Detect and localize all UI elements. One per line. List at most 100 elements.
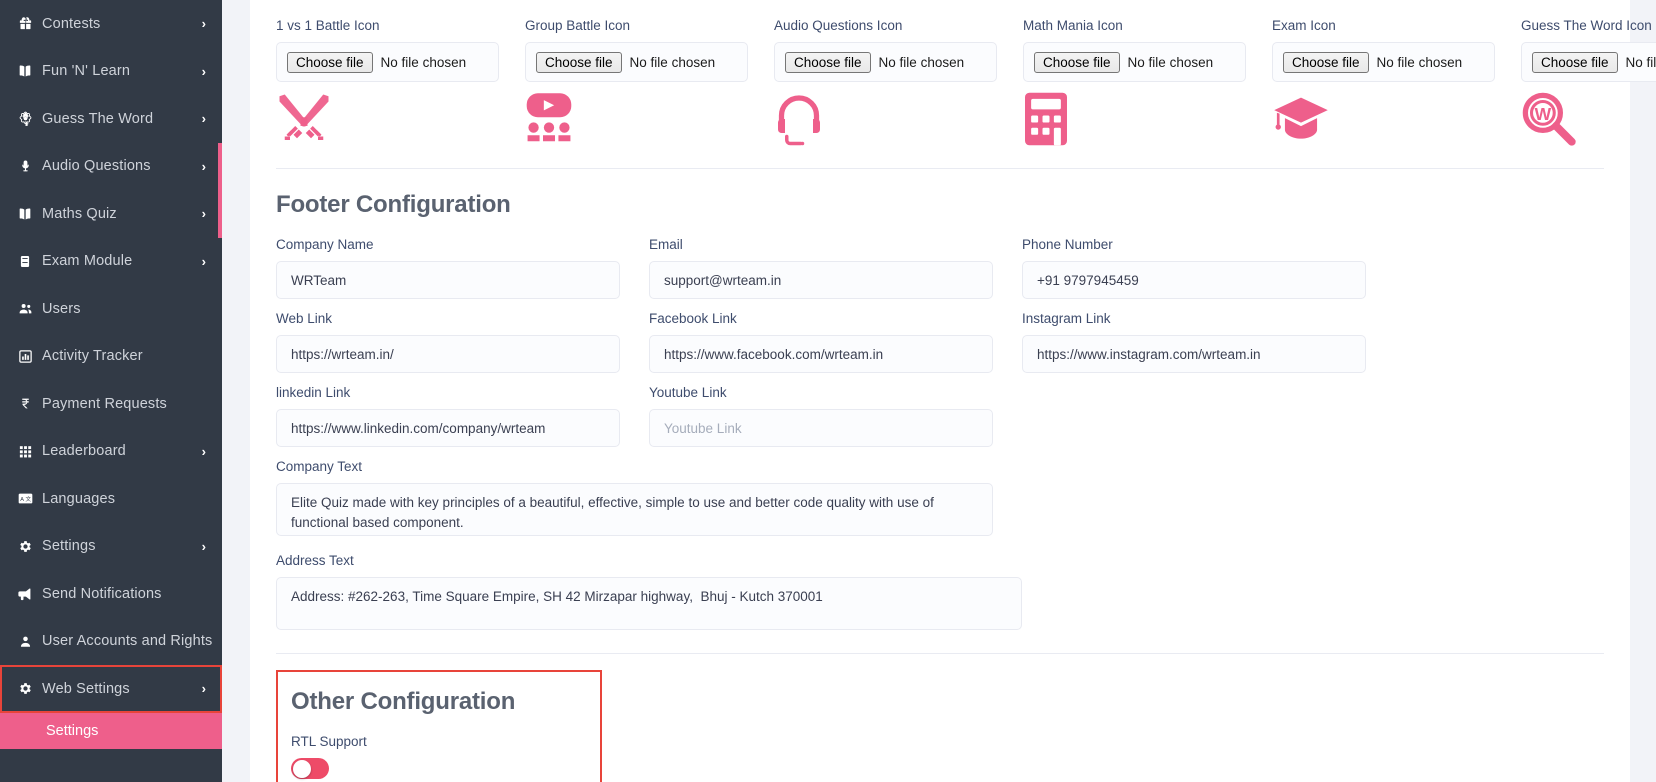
- svg-text:W: W: [1535, 104, 1552, 124]
- no-file-chosen-text: No file chosen: [1376, 54, 1463, 70]
- choose-file-button[interactable]: Choose file: [1034, 51, 1120, 73]
- icon-upload-audio-questions-icon: Audio Questions Icon Choose file No file c…: [774, 18, 1023, 150]
- icon-upload-label: Guess The Word Icon: [1521, 18, 1652, 33]
- sidebar-item-label: Exam Module: [42, 253, 133, 270]
- no-file-chosen-text: No file chosen: [1625, 54, 1656, 70]
- gift-icon: [10, 16, 40, 31]
- choose-file-button[interactable]: Choose file: [1283, 51, 1369, 73]
- icon-upload-label: Math Mania Icon: [1023, 18, 1123, 33]
- chevron-right-icon: ›: [201, 158, 206, 174]
- textarea-address-text[interactable]: [276, 577, 1022, 630]
- sidebar-item-users[interactable]: Users: [0, 285, 222, 333]
- microphone-icon: [10, 159, 40, 174]
- input-email[interactable]: [649, 261, 993, 299]
- sidebar-item-label: Activity Tracker: [42, 348, 143, 365]
- file-input[interactable]: Choose file No file chosen: [1521, 42, 1656, 82]
- sidebar-item-label: Audio Questions: [42, 158, 151, 175]
- choose-file-button[interactable]: Choose file: [785, 51, 871, 73]
- input-instagram-link[interactable]: [1022, 335, 1366, 373]
- sidebar-item-languages[interactable]: A 文 Languages: [0, 475, 222, 523]
- label-phone-number: Phone Number: [1022, 237, 1113, 252]
- sidebar-item-label: Contests: [42, 15, 101, 32]
- sidebar-subitem-settings[interactable]: Settings: [0, 712, 222, 749]
- sidebar-item-settings[interactable]: Settings ›: [0, 523, 222, 571]
- choose-file-button[interactable]: Choose file: [536, 51, 622, 73]
- field-linkedin-link: linkedin Link: [276, 385, 649, 447]
- input-facebook-link[interactable]: [649, 335, 993, 373]
- sidebar-item-fun-n-learn[interactable]: Fun 'N' Learn ›: [0, 48, 222, 96]
- sidebar-item-leaderboard[interactable]: Leaderboard ›: [0, 428, 222, 476]
- sidebar-item-user-accounts-and-rights[interactable]: User Accounts and Rights: [0, 618, 222, 666]
- megaphone-icon: [10, 587, 40, 601]
- no-file-chosen-text: No file chosen: [380, 54, 467, 70]
- no-file-chosen-text: No file chosen: [1127, 54, 1214, 70]
- language-icon: A文: [10, 492, 40, 505]
- footer-form-grid: Company Name Email Phone Number Web Link: [276, 237, 1604, 647]
- label-address-text: Address Text: [276, 553, 354, 568]
- textarea-company-text[interactable]: [276, 483, 993, 536]
- sidebar-item-web-settings[interactable]: Web Settings ›: [0, 665, 222, 713]
- chevron-right-icon: ›: [201, 253, 206, 269]
- sidebar-item-maths-quiz[interactable]: Maths Quiz ›: [0, 190, 222, 238]
- input-company-name[interactable]: [276, 261, 620, 299]
- field-company-text: Company Text: [276, 459, 1022, 541]
- chevron-right-icon: ›: [201, 681, 206, 697]
- label-facebook-link: Facebook Link: [649, 311, 737, 326]
- file-input[interactable]: Choose file No file chosen: [774, 42, 997, 82]
- graduation-cap-icon: [1272, 88, 1495, 150]
- gear-icon: [10, 539, 40, 554]
- file-input[interactable]: Choose file No file chosen: [1023, 42, 1246, 82]
- icon-upload-label: 1 vs 1 Battle Icon: [276, 18, 380, 33]
- headset-icon: [774, 88, 997, 150]
- exam-icon: [10, 254, 40, 269]
- icon-upload-math-mania-icon: Math Mania Icon Choose file No file chosen: [1023, 18, 1272, 150]
- sidebar-item-activity-tracker[interactable]: Activity Tracker: [0, 333, 222, 381]
- grid-icon: [10, 444, 40, 459]
- label-email: Email: [649, 237, 683, 252]
- sidebar-item-exam-module[interactable]: Exam Module ›: [0, 238, 222, 286]
- book-icon: [10, 206, 40, 222]
- icon-upload-1-vs-1-battle-icon: 1 vs 1 Battle Icon Choose file No file cho…: [276, 18, 525, 150]
- sidebar-item-guess-the-word[interactable]: Guess The Word ›: [0, 95, 222, 143]
- icon-upload-row: 1 vs 1 Battle Icon Choose file No file cho…: [276, 0, 1656, 150]
- input-web-link[interactable]: [276, 335, 620, 373]
- sidebar-item-audio-questions[interactable]: Audio Questions ›: [0, 142, 222, 191]
- user-icon: [10, 634, 40, 649]
- footer-configuration-title: Footer Configuration: [276, 191, 511, 218]
- users-icon: [10, 301, 40, 316]
- sidebar-item-send-notifications[interactable]: Send Notifications: [0, 570, 222, 618]
- file-input[interactable]: Choose file No file chosen: [276, 42, 499, 82]
- choose-file-button[interactable]: Choose file: [1532, 51, 1618, 73]
- chart-bar-icon: [10, 349, 40, 364]
- file-input[interactable]: Choose file No file chosen: [525, 42, 748, 82]
- icon-upload-label: Exam Icon: [1272, 18, 1336, 33]
- field-address-text: Address Text: [276, 553, 1022, 635]
- group-play-icon: [525, 88, 748, 150]
- sidebar-item-label: Users: [42, 300, 81, 317]
- app-root: Contests › Fun 'N' Learn › Guess The Word › Au…: [0, 0, 1656, 782]
- label-linkedin-link: linkedin Link: [276, 385, 351, 400]
- sidebar-item-label: Languages: [42, 490, 116, 507]
- choose-file-button[interactable]: Choose file: [287, 51, 373, 73]
- gear-icon: [10, 681, 40, 696]
- input-phone-number[interactable]: [1022, 261, 1366, 299]
- sidebar-item-label: Settings: [42, 538, 96, 555]
- input-linkedin-link[interactable]: [276, 409, 620, 447]
- label-instagram-link: Instagram Link: [1022, 311, 1111, 326]
- label-company-text: Company Text: [276, 459, 363, 474]
- icon-upload-group-battle-icon: Group Battle Icon Choose file No file chos…: [525, 18, 774, 150]
- no-file-chosen-text: No file chosen: [629, 54, 716, 70]
- sidebar-item-label: Fun 'N' Learn: [42, 63, 131, 80]
- toggle-rtl-support[interactable]: [291, 758, 329, 779]
- input-youtube-link[interactable]: [649, 409, 993, 447]
- sidebar-item-label: Maths Quiz: [42, 205, 117, 222]
- sidebar-item-payment-requests[interactable]: Payment Requests: [0, 380, 222, 428]
- chevron-right-icon: ›: [201, 443, 206, 459]
- field-company-name: Company Name: [276, 237, 649, 299]
- divider-middle: [276, 653, 1604, 654]
- rupee-icon: [10, 396, 40, 411]
- settings-card: 1 vs 1 Battle Icon Choose file No file cho…: [250, 0, 1656, 782]
- other-configuration-section: Other Configuration RTL Support: [276, 670, 602, 782]
- sidebar-item-contests[interactable]: Contests ›: [0, 0, 222, 48]
- file-input[interactable]: Choose file No file chosen: [1272, 42, 1495, 82]
